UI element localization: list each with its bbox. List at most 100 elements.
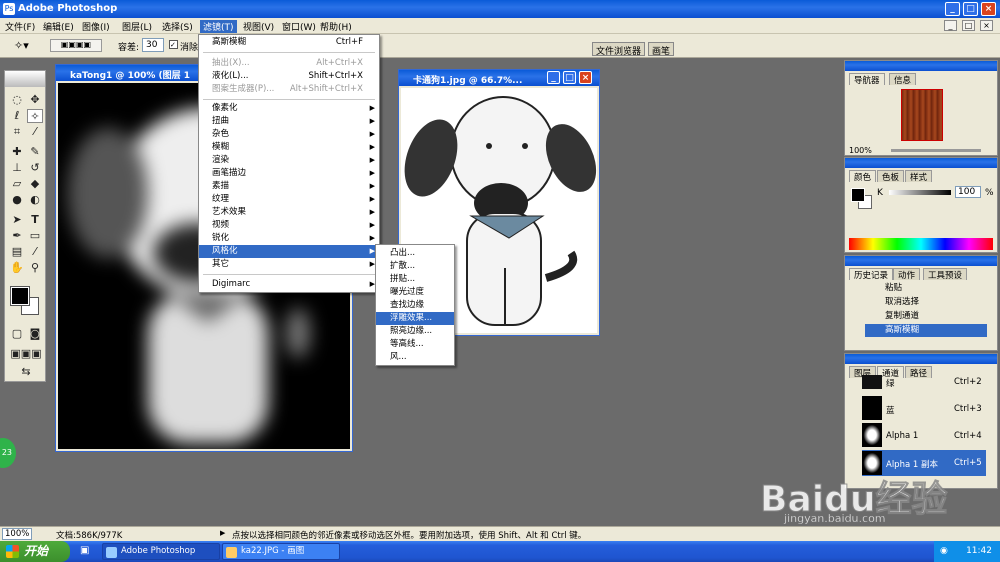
submenu-item-emboss[interactable]: 浮雕效果...	[376, 312, 454, 325]
quickmask-mode-icon[interactable]: ◙	[27, 327, 43, 341]
menu-view[interactable]: 视图(V)	[243, 20, 274, 33]
healing-brush-icon[interactable]: ✚	[9, 145, 25, 159]
tab-tool-presets[interactable]: 工具预设	[923, 268, 968, 281]
color-spectrum-bar[interactable]	[849, 238, 993, 250]
history-item[interactable]: 复制通道	[865, 310, 987, 323]
doc-close-button[interactable]: ×	[980, 20, 993, 31]
antialias-checkbox[interactable]: ✓	[169, 40, 178, 49]
menu-item-sharpen[interactable]: 锐化 ▶	[199, 232, 379, 245]
color-fg-swatch[interactable]	[851, 188, 865, 202]
navigator-zoom-slider[interactable]	[891, 149, 981, 152]
tolerance-input[interactable]: 30	[142, 38, 164, 52]
submenu-item-diffuse[interactable]: 扩散...	[376, 260, 454, 273]
menu-item-liquify[interactable]: 液化(L)... Shift+Ctrl+X	[199, 70, 379, 83]
submenu-item-glowing-edges[interactable]: 照亮边缘...	[376, 325, 454, 338]
navigator-zoom-value[interactable]: 100%	[849, 146, 872, 155]
magic-wand-icon[interactable]: ✧▾	[14, 39, 29, 52]
tab-navigator[interactable]: 导航器	[849, 73, 885, 86]
tab-history[interactable]: 历史记录	[849, 268, 894, 281]
marquee-tool-icon[interactable]: ◌	[9, 93, 25, 107]
menu-item-pattern-maker[interactable]: 图案生成器(P)... Alt+Shift+Ctrl+X	[199, 83, 379, 96]
move-tool-icon[interactable]: ✥	[27, 93, 43, 107]
doc2-maximize-button[interactable]: □	[563, 71, 576, 84]
status-zoom-input[interactable]: 100%	[2, 528, 32, 540]
taskbar-item-paint[interactable]: ka22.JPG - 画图	[222, 543, 340, 560]
tab-swatches[interactable]: 色板	[877, 170, 905, 183]
jump-to-imageready-icon[interactable]: ⇆	[9, 365, 43, 379]
history-item[interactable]: 取消选择	[865, 296, 987, 309]
green-badge[interactable]: 23	[0, 438, 16, 468]
tray-icon[interactable]: ◉	[940, 541, 948, 562]
menu-item-texture[interactable]: 纹理 ▶	[199, 193, 379, 206]
path-select-icon[interactable]: ➤	[9, 213, 25, 227]
history-item-active[interactable]: 高斯模糊	[865, 324, 987, 337]
brush-tool-icon[interactable]: ✎	[27, 145, 43, 159]
foreground-color-swatch[interactable]	[10, 286, 30, 306]
maximize-button[interactable]: □	[963, 2, 978, 16]
menu-item-render[interactable]: 渲染 ▶	[199, 154, 379, 167]
quicklaunch-icon[interactable]: ▣	[80, 545, 89, 556]
shape-tool-icon[interactable]: ▭	[27, 229, 43, 243]
history-brush-icon[interactable]: ↺	[27, 161, 43, 175]
menu-select[interactable]: 选择(S)	[162, 20, 193, 33]
menu-filter[interactable]: 滤镜(T)	[200, 20, 237, 33]
menu-item-video[interactable]: 视频 ▶	[199, 219, 379, 232]
submenu-item-find-edges[interactable]: 查找边缘	[376, 299, 454, 312]
menu-item-other[interactable]: 其它 ▶	[199, 258, 379, 271]
tab-color[interactable]: 颜色	[849, 170, 877, 183]
hand-tool-icon[interactable]: ✋	[9, 261, 25, 275]
doc2-close-button[interactable]: ×	[579, 71, 592, 84]
tab-styles[interactable]: 样式	[905, 170, 933, 183]
eyedropper-icon[interactable]: ⁄	[27, 245, 43, 259]
submenu-item-extrude[interactable]: 凸出...	[376, 247, 454, 260]
blur-tool-icon[interactable]: ●	[9, 193, 25, 207]
menu-item-stylize[interactable]: 风格化 ▶	[199, 245, 379, 258]
menu-item-artistic[interactable]: 艺术效果 ▶	[199, 206, 379, 219]
doc-min-button[interactable]: _	[944, 20, 957, 31]
type-tool-icon[interactable]: T	[27, 213, 43, 227]
menu-item-extract[interactable]: 抽出(X)... Alt+Ctrl+X	[199, 57, 379, 70]
start-button[interactable]: 开始	[0, 541, 70, 562]
menu-window[interactable]: 窗口(W)	[282, 20, 316, 33]
menu-item-pixelate[interactable]: 像素化 ▶	[199, 102, 379, 115]
crop-tool-icon[interactable]: ⌗	[9, 125, 25, 139]
minimize-button[interactable]: _	[945, 2, 960, 16]
submenu-item-tiles[interactable]: 拼贴...	[376, 273, 454, 286]
menu-item-sketch[interactable]: 素描 ▶	[199, 180, 379, 193]
menu-item-brush-strokes[interactable]: 画笔描边 ▶	[199, 167, 379, 180]
menu-edit[interactable]: 编辑(E)	[43, 20, 74, 33]
submenu-item-wind[interactable]: 风...	[376, 351, 454, 364]
color-k-input[interactable]: 100	[955, 186, 981, 198]
history-item[interactable]: 粘贴	[865, 282, 987, 295]
menu-item-digimarc[interactable]: Digimarc ▶	[199, 278, 379, 291]
color-k-slider[interactable]	[889, 190, 951, 195]
notes-tool-icon[interactable]: ▤	[9, 245, 25, 259]
zoom-tool-icon[interactable]: ⚲	[27, 261, 43, 275]
channel-row[interactable]: Alpha 1 Ctrl+4	[862, 423, 986, 449]
status-doc-size[interactable]: 文档:586K/977K	[56, 529, 122, 541]
file-browser-tab[interactable]: 文件浏览器	[592, 42, 646, 57]
doc-restore-button[interactable]: □	[962, 20, 975, 31]
screen-mode-icons[interactable]: ▣▣▣	[9, 347, 43, 361]
tab-actions[interactable]: 动作	[893, 268, 921, 281]
slice-tool-icon[interactable]: ⁄	[27, 125, 43, 139]
channel-row[interactable]: 蓝 Ctrl+3	[862, 396, 986, 422]
menu-file[interactable]: 文件(F)	[5, 20, 35, 33]
menu-item-distort[interactable]: 扭曲 ▶	[199, 115, 379, 128]
brushes-tab[interactable]: 画笔	[648, 42, 675, 57]
menu-item-noise[interactable]: 杂色 ▶	[199, 128, 379, 141]
selection-mode-icons[interactable]: ▣▣▣▣	[50, 39, 102, 52]
menu-image[interactable]: 图像(I)	[82, 20, 110, 33]
magic-wand-tool-icon[interactable]: ✧	[27, 109, 43, 123]
tab-info[interactable]: 信息	[889, 73, 917, 86]
submenu-item-trace-contour[interactable]: 等高线...	[376, 338, 454, 351]
bucket-tool-icon[interactable]: ◆	[27, 177, 43, 191]
menu-help[interactable]: 帮助(H)	[320, 20, 352, 33]
doc2-minimize-button[interactable]: _	[547, 71, 560, 84]
menu-item-blur[interactable]: 模糊 ▶	[199, 141, 379, 154]
status-arrow-icon[interactable]: ▶	[220, 529, 225, 537]
stamp-tool-icon[interactable]: ⊥	[9, 161, 25, 175]
eraser-tool-icon[interactable]: ▱	[9, 177, 25, 191]
channel-row[interactable]: 绿 Ctrl+2	[862, 375, 986, 391]
menu-layer[interactable]: 图层(L)	[122, 20, 152, 33]
